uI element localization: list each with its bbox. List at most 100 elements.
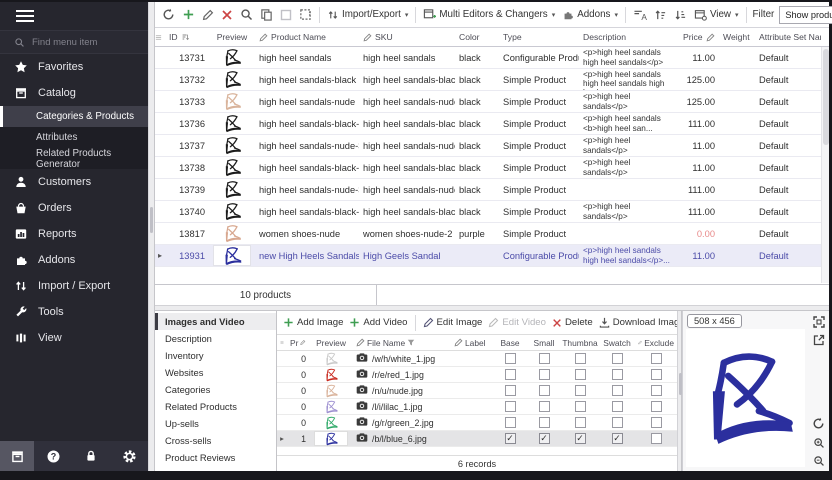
tab-inventory[interactable]: Inventory xyxy=(155,347,276,364)
store-button[interactable] xyxy=(0,441,34,471)
addons-menu-button[interactable]: Addons▾ xyxy=(559,5,621,25)
base-checkbox[interactable] xyxy=(505,401,516,412)
small-checkbox[interactable] xyxy=(539,369,550,380)
product-row[interactable]: 13738 high heel sandals-black-37high hee… xyxy=(155,157,821,179)
open-external-button[interactable] xyxy=(811,332,826,347)
zoom-in-button[interactable] xyxy=(811,435,826,450)
column-header-product-name[interactable]: Product Name xyxy=(255,32,359,42)
tab-images-and-video[interactable]: Images and Video xyxy=(155,313,276,330)
category-filter-select[interactable]: Show products from selected categories▾ xyxy=(779,6,832,24)
swatch-checkbox[interactable] xyxy=(612,417,623,428)
add-image-button[interactable]: Add Image xyxy=(281,313,345,333)
sort-ascending-button[interactable] xyxy=(651,5,670,25)
sidebar-splitter[interactable] xyxy=(148,2,155,471)
settings-button[interactable] xyxy=(110,441,148,471)
column-header-label[interactable]: Label xyxy=(451,338,493,348)
base-checkbox[interactable] xyxy=(505,353,516,364)
sidebar-item-reports[interactable]: Reports xyxy=(0,221,148,247)
scrollbar-thumb[interactable] xyxy=(823,49,829,145)
product-row[interactable]: 13731 high heel sandalshigh heel sandals… xyxy=(155,47,821,69)
base-checkbox[interactable]: ✓ xyxy=(505,433,516,444)
sidebar-item-import-export[interactable]: Import / Export xyxy=(0,273,148,299)
tab-cross-sells[interactable]: Cross-sells xyxy=(155,432,276,449)
swatch-checkbox[interactable] xyxy=(612,353,623,364)
image-row[interactable]: 0 /w/h/white_1.jpg xyxy=(277,351,677,367)
thumbnail-checkbox[interactable] xyxy=(575,369,586,380)
column-header-thumbna[interactable]: Thumbna xyxy=(561,338,599,348)
add-button[interactable] xyxy=(179,5,198,25)
thumbnail-checkbox[interactable] xyxy=(575,401,586,412)
tab-description[interactable]: Description xyxy=(155,330,276,347)
column-header-description[interactable]: Description xyxy=(579,32,679,42)
exclude-checkbox[interactable] xyxy=(651,385,662,396)
fit-screen-button[interactable] xyxy=(811,314,826,329)
column-header-col[interactable] xyxy=(277,339,287,346)
swatch-checkbox[interactable] xyxy=(612,401,623,412)
image-row[interactable]: 0 /r/e/red_1.jpg xyxy=(277,367,677,383)
column-header-pr[interactable]: Pr xyxy=(287,338,309,348)
delete-image-button[interactable]: Delete xyxy=(550,313,595,333)
column-header-preview[interactable]: Preview xyxy=(209,32,255,42)
column-header-color[interactable]: Color xyxy=(455,32,499,42)
thumbnail-checkbox[interactable] xyxy=(575,385,586,396)
sidebar-item-favorites[interactable]: Favorites xyxy=(0,54,148,80)
product-row[interactable]: 13733 high heel sandals-nudehigh heel sa… xyxy=(155,91,821,113)
select-region-button[interactable] xyxy=(277,5,295,25)
base-checkbox[interactable] xyxy=(505,417,516,428)
column-header-type[interactable]: Type xyxy=(499,32,579,42)
exclude-checkbox[interactable] xyxy=(651,433,662,444)
edit-button[interactable] xyxy=(199,5,217,25)
small-checkbox[interactable] xyxy=(539,385,550,396)
vertical-scrollbar[interactable] xyxy=(821,47,829,283)
sidebar-item-tools[interactable]: Tools xyxy=(0,299,148,325)
column-header-file-name[interactable]: File Name xyxy=(353,338,451,348)
tab-up-sells[interactable]: Up-sells xyxy=(155,415,276,432)
edit-image-button[interactable]: Edit Image xyxy=(421,313,485,333)
swatch-checkbox[interactable] xyxy=(612,369,623,380)
base-checkbox[interactable] xyxy=(505,369,516,380)
product-row[interactable]: 13732 high heel sandals-blackhigh heel s… xyxy=(155,69,821,91)
swatch-checkbox[interactable] xyxy=(612,385,623,396)
sidebar-item-view[interactable]: View xyxy=(0,325,148,351)
column-header-attribute-set-name[interactable]: Attribute Set Name xyxy=(755,32,821,42)
zoom-out-button[interactable] xyxy=(811,453,826,468)
product-row[interactable]: 13736 high heel sandals-black-36high hee… xyxy=(155,113,821,135)
column-header-exclude[interactable]: Exclude xyxy=(635,338,677,348)
help-button[interactable]: ? xyxy=(34,441,72,471)
paste-special-button[interactable] xyxy=(296,5,315,25)
exclude-checkbox[interactable] xyxy=(651,369,662,380)
quick-filter-button[interactable]: A xyxy=(630,5,650,25)
small-checkbox[interactable] xyxy=(539,417,550,428)
image-row[interactable]: 0 /g/r/green_2.jpg xyxy=(277,415,677,431)
rotate-button[interactable] xyxy=(811,416,826,431)
swatch-checkbox[interactable]: ✓ xyxy=(612,433,623,444)
thumbnail-checkbox[interactable] xyxy=(575,417,586,428)
column-header-base[interactable]: Base xyxy=(493,338,527,348)
exclude-checkbox[interactable] xyxy=(651,401,662,412)
thumbnail-checkbox[interactable] xyxy=(575,353,586,364)
download-image-button[interactable]: Download Image xyxy=(597,313,677,333)
lock-button[interactable] xyxy=(72,441,110,471)
product-row[interactable]: 13739 high heel sandals-nude-37high heel… xyxy=(155,179,821,201)
edit-video-button[interactable]: Edit Video xyxy=(486,313,548,333)
hamburger-menu-icon[interactable] xyxy=(0,2,148,30)
sidebar-item-catalog[interactable]: Catalog xyxy=(0,80,148,106)
sidebar-item-customers[interactable]: Customers xyxy=(0,169,148,195)
view-menu-button[interactable]: View▾ xyxy=(691,5,742,25)
sidebar-item-addons[interactable]: Addons xyxy=(0,247,148,273)
sidebar-item-categories-products[interactable]: Categories & Products xyxy=(0,106,148,127)
exclude-checkbox[interactable] xyxy=(651,353,662,364)
thumbnail-checkbox[interactable]: ✓ xyxy=(575,433,586,444)
sidebar-item-related-products-generator[interactable]: Related Products Generator xyxy=(0,148,148,169)
copy-button[interactable] xyxy=(257,5,276,25)
product-row[interactable]: ▸13931 new High Heels SandalsHigh Geels … xyxy=(155,245,821,267)
tab-product-reviews[interactable]: Product Reviews xyxy=(155,449,276,466)
product-row[interactable]: 13737 high heel sandals-nude-36high heel… xyxy=(155,135,821,157)
tab-related-products[interactable]: Related Products xyxy=(155,398,276,415)
image-row[interactable]: 0 /n/u/nude.jpg xyxy=(277,383,677,399)
sort-descending-button[interactable] xyxy=(671,5,690,25)
import-export-menu-button[interactable]: Import/Export▾ xyxy=(324,5,411,25)
refresh-button[interactable] xyxy=(159,5,178,25)
base-checkbox[interactable] xyxy=(505,385,516,396)
tab-websites[interactable]: Websites xyxy=(155,364,276,381)
